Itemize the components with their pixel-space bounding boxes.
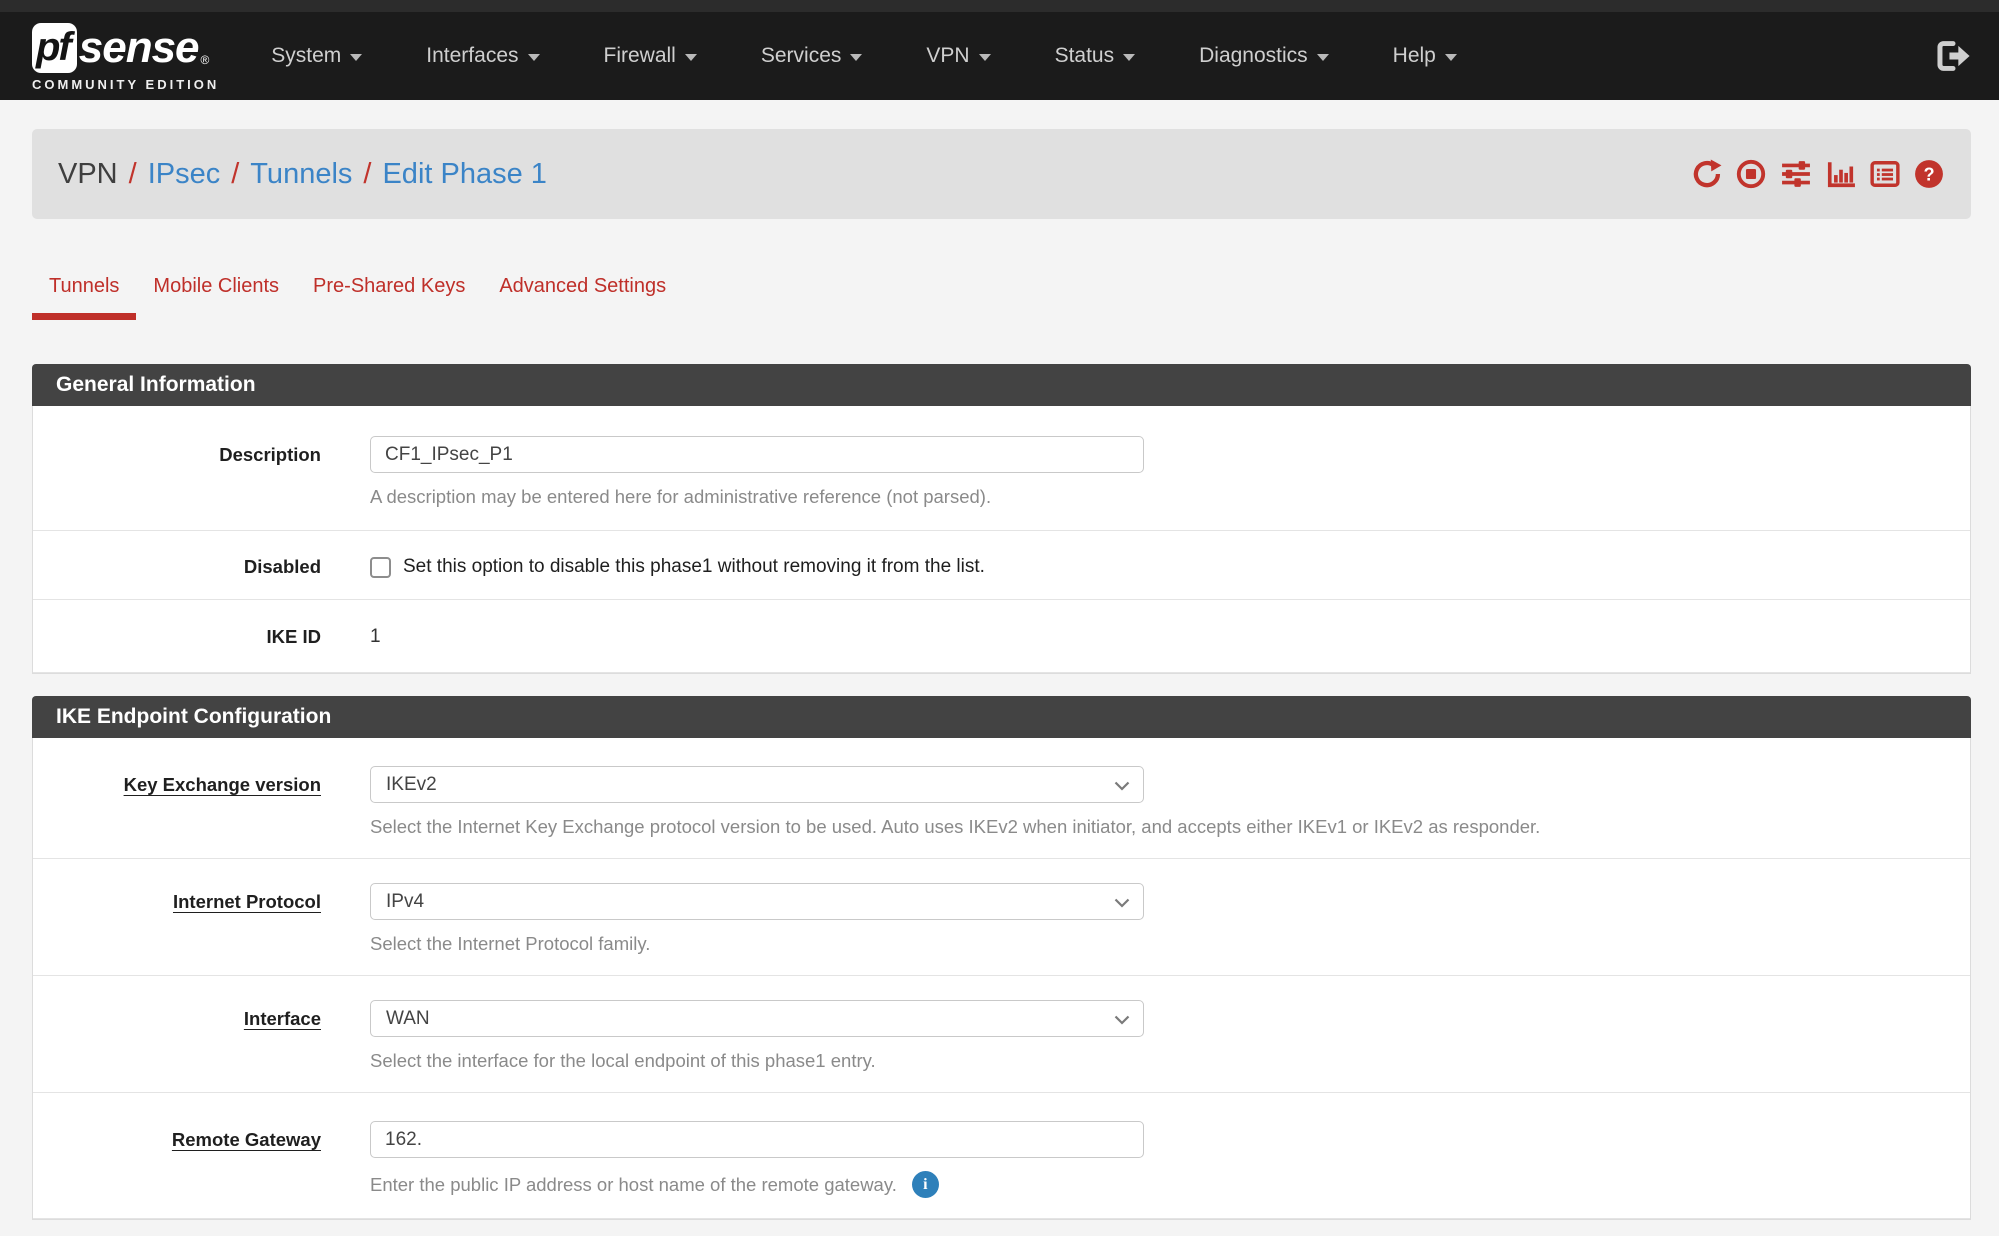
list-alt-icon[interactable] xyxy=(1870,159,1900,189)
breadcrumb-section: VPN xyxy=(58,158,118,191)
disabled-row: Disabled Set this option to disable this… xyxy=(33,531,1970,600)
interface-row: Interface WAN Select the interface for t… xyxy=(33,976,1970,1093)
breadcrumb-link-edit-phase1[interactable]: Edit Phase 1 xyxy=(382,158,546,191)
refresh-icon[interactable] xyxy=(1692,159,1722,189)
menu-label: Firewall xyxy=(604,44,676,68)
caret-down-icon xyxy=(528,54,540,61)
disabled-checkbox[interactable] xyxy=(370,557,391,578)
key-exchange-help: Select the Internet Key Exchange protoco… xyxy=(370,816,1970,838)
menu-label: VPN xyxy=(926,44,969,68)
description-row: Description A description may be entered… xyxy=(33,406,1970,531)
panel-title: General Information xyxy=(32,364,1971,406)
caret-down-icon xyxy=(1317,54,1329,61)
remote-gateway-label: Remote Gateway xyxy=(172,1129,321,1150)
disabled-checkbox-text: Set this option to disable this phase1 w… xyxy=(403,556,985,578)
menu-status[interactable]: Status xyxy=(1055,44,1136,68)
chevron-down-icon xyxy=(1114,898,1130,908)
internet-protocol-row: Internet Protocol IPv4 Select the Intern… xyxy=(33,859,1970,976)
menu-label: Interfaces xyxy=(426,44,518,68)
breadcrumb-link-ipsec[interactable]: IPsec xyxy=(148,158,221,191)
remote-gateway-help: Enter the public IP address or host name… xyxy=(370,1174,897,1196)
interface-label: Interface xyxy=(244,1008,321,1029)
internet-protocol-help: Select the Internet Protocol family. xyxy=(370,933,1970,955)
breadcrumb-separator: / xyxy=(220,158,250,191)
tab-bar: Tunnels Mobile Clients Pre-Shared Keys A… xyxy=(32,253,1967,320)
caret-down-icon xyxy=(350,54,362,61)
caret-down-icon xyxy=(850,54,862,61)
tab-advanced-settings[interactable]: Advanced Settings xyxy=(482,253,683,320)
description-input[interactable] xyxy=(370,436,1144,473)
description-label: Description xyxy=(219,444,321,465)
key-exchange-label: Key Exchange version xyxy=(124,774,321,795)
menu-label: Diagnostics xyxy=(1199,44,1308,68)
interface-selected-value: WAN xyxy=(386,1008,430,1030)
ike-id-label: IKE ID xyxy=(267,626,321,647)
sliders-icon[interactable] xyxy=(1780,159,1812,189)
top-navbar: pf sense ® COMMUNITY EDITION System Inte… xyxy=(0,0,1999,100)
caret-down-icon xyxy=(979,54,991,61)
menu-diagnostics[interactable]: Diagnostics xyxy=(1199,44,1329,68)
logout-button[interactable] xyxy=(1935,40,1971,72)
interface-select[interactable]: WAN xyxy=(370,1000,1144,1037)
question-circle-icon[interactable]: ? xyxy=(1914,159,1944,189)
ike-id-row: IKE ID 1 xyxy=(33,600,1970,673)
menu-services[interactable]: Services xyxy=(761,44,863,68)
breadcrumb-link-tunnels[interactable]: Tunnels xyxy=(250,158,352,191)
breadcrumb-separator: / xyxy=(118,158,148,191)
remote-gateway-row: Remote Gateway Enter the public IP addre… xyxy=(33,1093,1970,1219)
ike-endpoint-panel: IKE Endpoint Configuration Key Exchange … xyxy=(32,696,1971,1220)
chevron-down-icon xyxy=(1114,1015,1130,1025)
key-exchange-selected-value: IKEv2 xyxy=(386,774,437,796)
remote-gateway-input[interactable] xyxy=(370,1121,1144,1158)
breadcrumb-toolbar: ? xyxy=(1692,159,1944,189)
logo-sense-text: sense xyxy=(79,23,199,73)
menu-system[interactable]: System xyxy=(271,44,362,68)
key-exchange-row: Key Exchange version IKEv2 Select the In… xyxy=(33,738,1970,859)
navbar-top-strip xyxy=(0,0,1999,12)
interface-help: Select the interface for the local endpo… xyxy=(370,1050,1970,1072)
menu-label: Help xyxy=(1393,44,1436,68)
menu-interfaces[interactable]: Interfaces xyxy=(426,44,539,68)
breadcrumb-separator: / xyxy=(352,158,382,191)
menu-label: System xyxy=(271,44,341,68)
caret-down-icon xyxy=(685,54,697,61)
caret-down-icon xyxy=(1445,54,1457,61)
internet-protocol-select[interactable]: IPv4 xyxy=(370,883,1144,920)
menu-label: Services xyxy=(761,44,842,68)
internet-protocol-label: Internet Protocol xyxy=(173,891,321,912)
tab-pre-shared-keys[interactable]: Pre-Shared Keys xyxy=(296,253,482,320)
sign-out-icon xyxy=(1935,40,1971,72)
info-circle-icon[interactable]: i xyxy=(912,1171,939,1198)
stop-circle-icon[interactable] xyxy=(1736,159,1766,189)
pfsense-logo[interactable]: pf sense ® COMMUNITY EDITION xyxy=(32,23,219,92)
panel-title: IKE Endpoint Configuration xyxy=(32,696,1971,738)
internet-protocol-selected-value: IPv4 xyxy=(386,891,424,913)
bar-chart-icon[interactable] xyxy=(1826,159,1856,189)
menu-firewall[interactable]: Firewall xyxy=(604,44,697,68)
disabled-label: Disabled xyxy=(244,556,321,577)
logo-subtitle: COMMUNITY EDITION xyxy=(32,77,219,92)
menu-vpn[interactable]: VPN xyxy=(926,44,990,68)
ike-id-value: 1 xyxy=(370,626,381,647)
tab-mobile-clients[interactable]: Mobile Clients xyxy=(136,253,296,320)
menu-help[interactable]: Help xyxy=(1393,44,1457,68)
key-exchange-select[interactable]: IKEv2 xyxy=(370,766,1144,803)
breadcrumb: VPN / IPsec / Tunnels / Edit Phase 1 xyxy=(32,129,1971,219)
registered-mark: ® xyxy=(201,53,210,67)
tab-tunnels[interactable]: Tunnels xyxy=(32,253,136,320)
chevron-down-icon xyxy=(1114,781,1130,791)
description-help: A description may be entered here for ad… xyxy=(370,486,1970,508)
menu-label: Status xyxy=(1055,44,1115,68)
main-menu: System Interfaces Firewall Services VPN … xyxy=(271,44,1457,68)
svg-text:?: ? xyxy=(1923,164,1934,184)
logo-pf-mark: pf xyxy=(32,23,77,73)
general-information-panel: General Information Description A descri… xyxy=(32,364,1971,674)
caret-down-icon xyxy=(1123,54,1135,61)
